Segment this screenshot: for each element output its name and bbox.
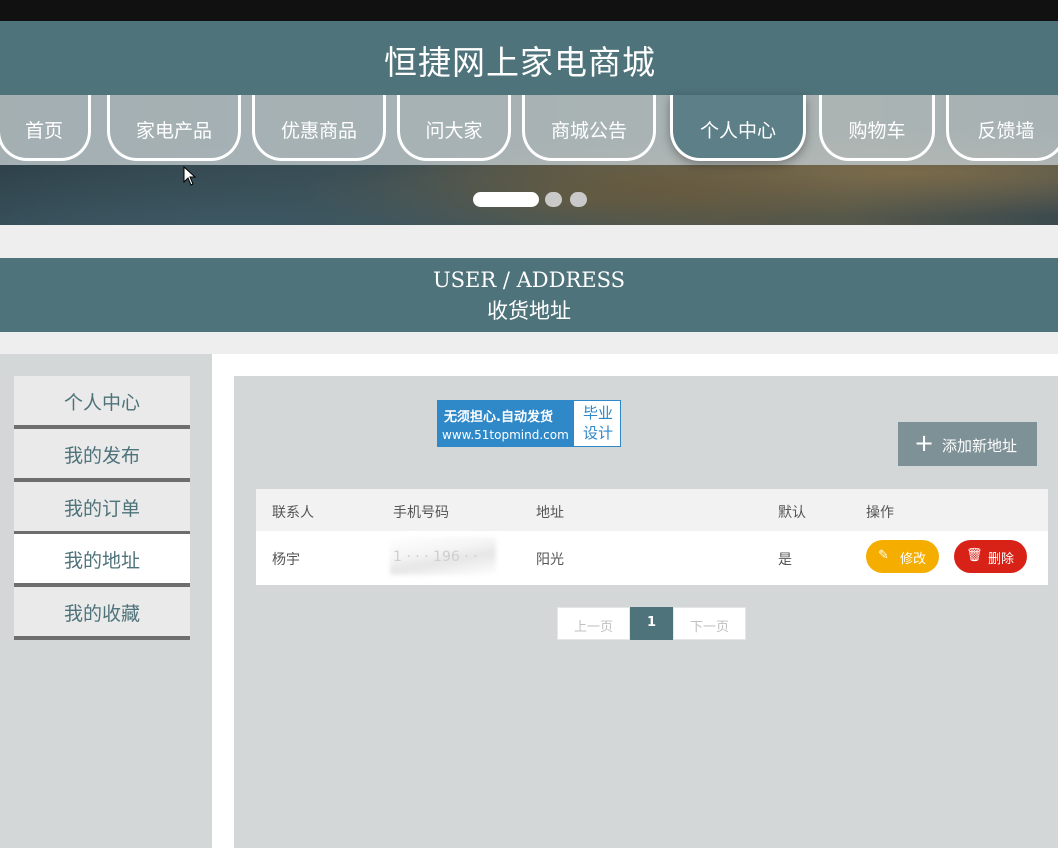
- ad-badge[interactable]: 无须担心.自动发货 www.51topmind.com 毕业 设计: [437, 400, 621, 447]
- carousel-dot-3[interactable]: [570, 192, 587, 207]
- table-header: 联系人 手机号码 地址 默认 操作: [256, 489, 1048, 531]
- address-table: 联系人 手机号码 地址 默认 操作 杨宇 1 · · · 196 · · 阳光 …: [256, 489, 1048, 585]
- ad-right-line1: 毕业: [582, 404, 613, 422]
- ad-url: www.51topmind.com: [442, 428, 569, 442]
- section-title-cn: 收货地址: [487, 299, 571, 323]
- nav-item-feedback[interactable]: 反馈墙: [946, 95, 1058, 161]
- add-address-button[interactable]: + 添加新地址: [898, 422, 1037, 466]
- delete-label: 删除: [988, 552, 1015, 567]
- sidebar-item-my-address[interactable]: 我的地址: [14, 534, 190, 587]
- sidebar-item-my-orders[interactable]: 我的订单: [14, 482, 190, 535]
- plus-icon: +: [914, 429, 935, 457]
- sidebar-item-user-center[interactable]: 个人中心: [14, 376, 190, 429]
- cell-phone: 1 · · · 196 · ·: [393, 549, 478, 565]
- pager-prev-button[interactable]: 上一页: [557, 607, 630, 640]
- nav-item-home[interactable]: 首页: [0, 95, 91, 161]
- edit-button[interactable]: ✎ 修改: [866, 540, 939, 573]
- ad-right-line2: 设计: [582, 424, 613, 442]
- ad-badge-left: 无须担心.自动发货 www.51topmind.com: [438, 401, 574, 446]
- column-header-default: 默认: [778, 505, 806, 521]
- nav-item-deals[interactable]: 优惠商品: [252, 95, 386, 161]
- edit-label: 修改: [900, 552, 927, 567]
- cell-default: 是: [778, 552, 792, 568]
- pager-page-1[interactable]: 1: [630, 607, 673, 640]
- nav-item-qa[interactable]: 问大家: [397, 95, 511, 161]
- window-top-bar: [0, 0, 1058, 21]
- ad-slogan: 无须担心.自动发货: [444, 410, 553, 425]
- section-header: USER / ADDRESS 收货地址: [0, 258, 1058, 332]
- delete-button[interactable]: 🗑 删除: [954, 540, 1027, 573]
- carousel-dot-1[interactable]: [473, 192, 539, 207]
- pencil-icon: ✎: [878, 548, 889, 563]
- trash-icon: 🗑: [966, 548, 983, 563]
- column-header-address: 地址: [536, 505, 564, 521]
- column-header-phone: 手机号码: [393, 505, 449, 521]
- ad-badge-right: 毕业 设计: [576, 403, 620, 443]
- cell-contact: 杨宇: [272, 552, 300, 568]
- nav-item-products[interactable]: 家电产品: [107, 95, 241, 161]
- pager-next-button[interactable]: 下一页: [673, 607, 746, 640]
- cell-address: 阳光: [536, 552, 564, 568]
- sidebar-item-my-favorites[interactable]: 我的收藏: [14, 587, 190, 640]
- nav-item-cart[interactable]: 购物车: [819, 95, 935, 161]
- column-header-contact: 联系人: [272, 505, 314, 521]
- table-row: 杨宇 1 · · · 196 · · 阳光 是 ✎ 修改 🗑 删除: [256, 531, 1048, 585]
- sidebar-item-my-posts[interactable]: 我的发布: [14, 429, 190, 482]
- mouse-cursor-icon: [183, 166, 197, 186]
- section-title-en: USER / ADDRESS: [432, 268, 626, 292]
- add-address-label: 添加新地址: [942, 437, 1018, 455]
- nav-item-user-center[interactable]: 个人中心: [670, 95, 806, 161]
- nav-item-notices[interactable]: 商城公告: [522, 95, 656, 161]
- column-header-actions: 操作: [866, 505, 894, 521]
- carousel-dot-2[interactable]: [545, 192, 562, 207]
- site-title: 恒捷网上家电商城: [384, 43, 656, 82]
